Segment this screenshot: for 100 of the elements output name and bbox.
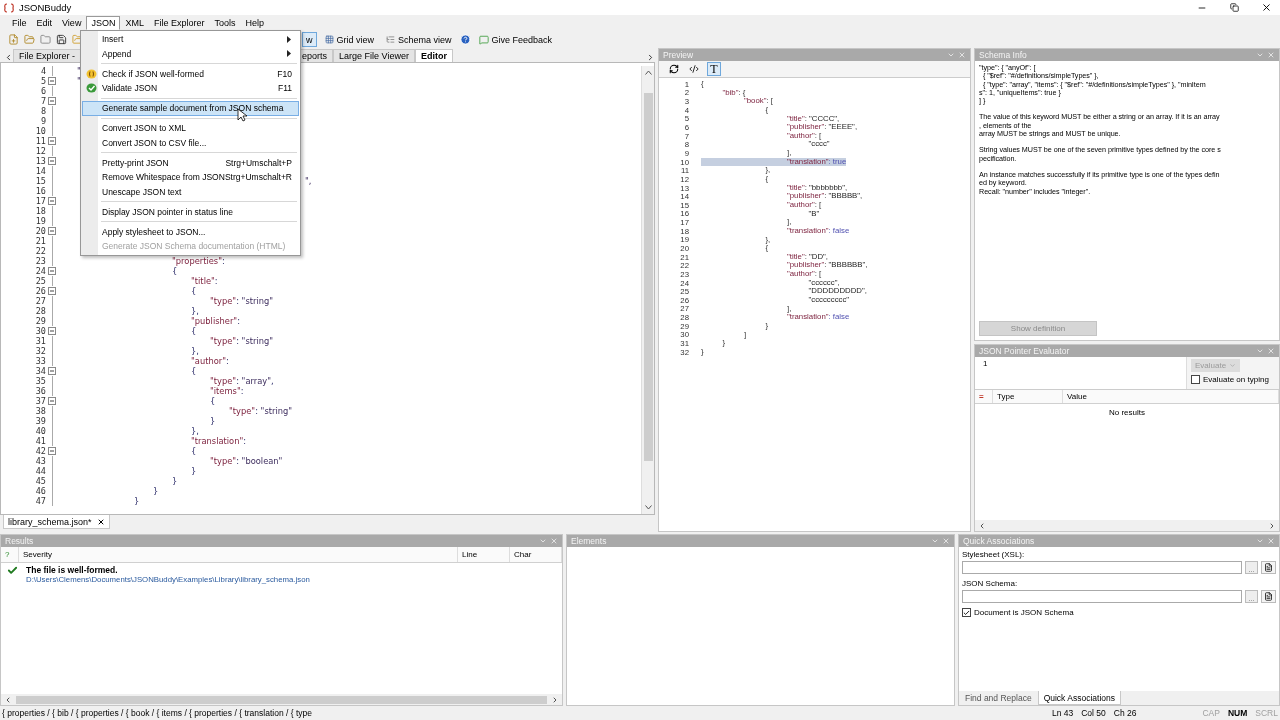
document-tab[interactable]: Editor <box>414 49 453 62</box>
menu-option[interactable]: Remove Whitespace from JSONStrg+Umschalt+R <box>82 170 299 185</box>
folder-icon[interactable] <box>40 34 51 45</box>
scroll-right-icon[interactable] <box>551 695 559 704</box>
text-view-button[interactable]: T <box>707 62 721 76</box>
scroll-down-icon[interactable] <box>644 505 652 510</box>
line-number: 7 <box>39 96 46 106</box>
dropdown-icon[interactable] <box>1256 347 1264 355</box>
save-icon[interactable] <box>56 34 67 45</box>
menu-item[interactable]: View <box>57 16 87 30</box>
scroll-left-icon[interactable] <box>978 521 986 530</box>
tree-icon <box>386 35 395 44</box>
menu-option[interactable]: Validate JSON F11 <box>82 81 299 96</box>
new-file-icon[interactable] <box>8 34 19 45</box>
line-number: 12 <box>34 146 46 156</box>
panel-tab[interactable]: Find and Replace <box>959 691 1038 705</box>
dropdown-icon[interactable] <box>539 537 547 545</box>
collapse-icon[interactable] <box>48 327 56 335</box>
menu-option[interactable]: Apply stylesheet to JSON... <box>82 224 299 239</box>
dropdown-icon[interactable] <box>1256 537 1264 545</box>
key-indicator: NUM <box>1227 708 1248 718</box>
line-number: 40 <box>34 426 46 436</box>
scroll-up-icon[interactable] <box>644 70 652 75</box>
menu-option[interactable]: Generate sample document from JSON schema <box>82 101 299 116</box>
dropdown-icon[interactable] <box>947 51 955 59</box>
menu-option[interactable]: Pretty-print JSON Strg+Umschalt+P <box>82 155 299 170</box>
input-field[interactable] <box>962 561 1242 574</box>
line-number: 21 <box>34 236 46 246</box>
scrollbar[interactable] <box>975 520 1279 531</box>
view-button[interactable]: w <box>302 32 317 47</box>
checkbox[interactable] <box>962 608 971 617</box>
code-line: { <box>191 286 197 296</box>
line-number: 17 <box>34 196 46 206</box>
give-feedback-button[interactable]: Give Feedback <box>474 32 557 47</box>
refresh-button[interactable] <box>667 62 681 76</box>
menu-option[interactable]: Display JSON pointer in status line <box>82 204 299 219</box>
file-tab[interactable]: library_schema.json* <box>3 515 110 529</box>
open-file-button[interactable] <box>1261 590 1276 603</box>
column-header[interactable]: Value <box>1063 390 1279 403</box>
close-icon[interactable] <box>1260 2 1272 13</box>
restore-icon[interactable] <box>1229 3 1239 12</box>
collapse-icon[interactable] <box>48 447 56 455</box>
input-field[interactable] <box>962 590 1242 603</box>
scroll-right-icon[interactable] <box>646 53 655 62</box>
menu-option[interactable]: Unescape JSON text <box>82 184 299 199</box>
menu-option[interactable]: Insert <box>82 32 299 47</box>
column-header[interactable]: Char <box>510 547 562 562</box>
collapse-icon[interactable] <box>48 287 56 295</box>
scroll-right-icon[interactable] <box>1268 521 1276 530</box>
collapse-icon[interactable] <box>48 97 56 105</box>
column-header[interactable]: Severity <box>19 547 458 562</box>
scrollbar[interactable] <box>641 66 654 514</box>
column-header[interactable]: = <box>975 390 993 403</box>
help-icon[interactable] <box>459 34 471 45</box>
dropdown-icon[interactable] <box>931 537 939 545</box>
menu-item[interactable]: Tools <box>209 16 241 30</box>
scrollbar[interactable] <box>1 694 562 705</box>
checkbox[interactable] <box>1191 375 1200 384</box>
code-line: " <box>77 66 81 76</box>
collapse-icon[interactable] <box>48 197 56 205</box>
collapse-icon[interactable] <box>48 157 56 165</box>
menu-item[interactable]: JSON <box>86 16 121 30</box>
code-view-button[interactable] <box>687 62 701 76</box>
column-header[interactable]: ? <box>1 547 19 562</box>
menu-item[interactable]: Edit <box>31 16 58 30</box>
document-icon <box>1264 592 1273 601</box>
collapse-icon[interactable] <box>48 77 56 85</box>
menu-item[interactable]: File Explorer <box>148 16 210 30</box>
line-number: 31 <box>34 336 46 346</box>
collapse-icon[interactable] <box>48 227 56 235</box>
collapse-icon[interactable] <box>48 397 56 405</box>
document-tab[interactable]: Large File Viewer <box>333 49 415 62</box>
column-header[interactable]: Line <box>458 547 510 562</box>
scroll-left-icon[interactable] <box>4 695 12 704</box>
menu-item[interactable]: Help <box>240 16 269 30</box>
open-file-button[interactable] <box>1261 561 1276 574</box>
menu-item[interactable]: File <box>7 16 32 30</box>
menu-item[interactable]: XML <box>120 16 149 30</box>
window-title: JSONBuddy <box>19 2 73 13</box>
view-button[interactable]: Grid view <box>320 32 378 47</box>
scroll-left-icon[interactable] <box>4 53 13 62</box>
document-tab[interactable]: File Explorer - <box>13 49 81 62</box>
line-number: 29 <box>34 316 46 326</box>
close-icon[interactable] <box>96 517 105 526</box>
line-number: 36 <box>34 386 46 396</box>
menu-option[interactable]: Append <box>82 46 299 61</box>
collapse-icon[interactable] <box>48 367 56 375</box>
panel-tab[interactable]: Quick Associations <box>1037 691 1121 705</box>
code-line: "type": "string" <box>210 296 274 306</box>
menu-option[interactable]: Convert JSON to CSV file... <box>82 135 299 150</box>
dropdown-icon[interactable] <box>1256 51 1264 59</box>
collapse-icon[interactable] <box>48 267 56 275</box>
column-header[interactable]: Type <box>993 390 1063 403</box>
collapse-icon[interactable] <box>48 137 56 145</box>
menu-option[interactable]: Convert JSON to XML <box>82 121 299 136</box>
folder-icon[interactable] <box>72 34 83 45</box>
folder-icon[interactable] <box>24 34 35 45</box>
menu-option[interactable]: Check if JSON well-formed F10 <box>82 66 299 81</box>
code-line: }, <box>191 346 199 356</box>
view-button[interactable]: Schema view <box>382 32 456 47</box>
